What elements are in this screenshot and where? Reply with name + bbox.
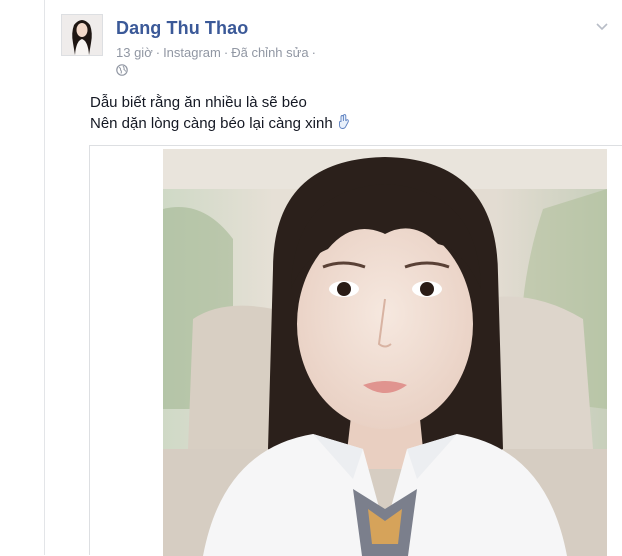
post-photo[interactable]	[163, 149, 607, 556]
meta-separator: ·	[223, 45, 229, 60]
post-text-line-content: Nên dặn lòng càng béo lại càng xinh	[90, 115, 333, 132]
photo-attachment	[89, 145, 622, 556]
author-avatar[interactable]	[61, 14, 103, 56]
timestamp-link[interactable]: 13 giờ	[116, 45, 153, 60]
author-name-link[interactable]: Dang Thu Thao	[116, 18, 248, 39]
globe-icon[interactable]	[116, 63, 128, 76]
feed-post: Dang Thu Thao 13 giờ · Instagram · Đã ch…	[45, 0, 622, 556]
post-text-line: Dẫu biết rằng ăn nhiều là sẽ béo	[90, 94, 307, 111]
meta-separator: ·	[155, 45, 161, 60]
post-meta: 13 giờ · Instagram · Đã chỉnh sửa ·	[116, 45, 316, 60]
chevron-down-icon[interactable]	[594, 18, 610, 34]
source-link[interactable]: Instagram	[163, 45, 221, 60]
meta-separator: ·	[311, 45, 316, 60]
edited-link[interactable]: Đã chỉnh sửa	[231, 45, 308, 60]
post-text-line: Nên dặn lòng càng béo lại càng xinh	[90, 113, 610, 134]
post-text: Dẫu biết rằng ăn nhiều là sẽ béo Nên dặn…	[90, 92, 610, 134]
hand-gesture-icon	[337, 114, 351, 130]
